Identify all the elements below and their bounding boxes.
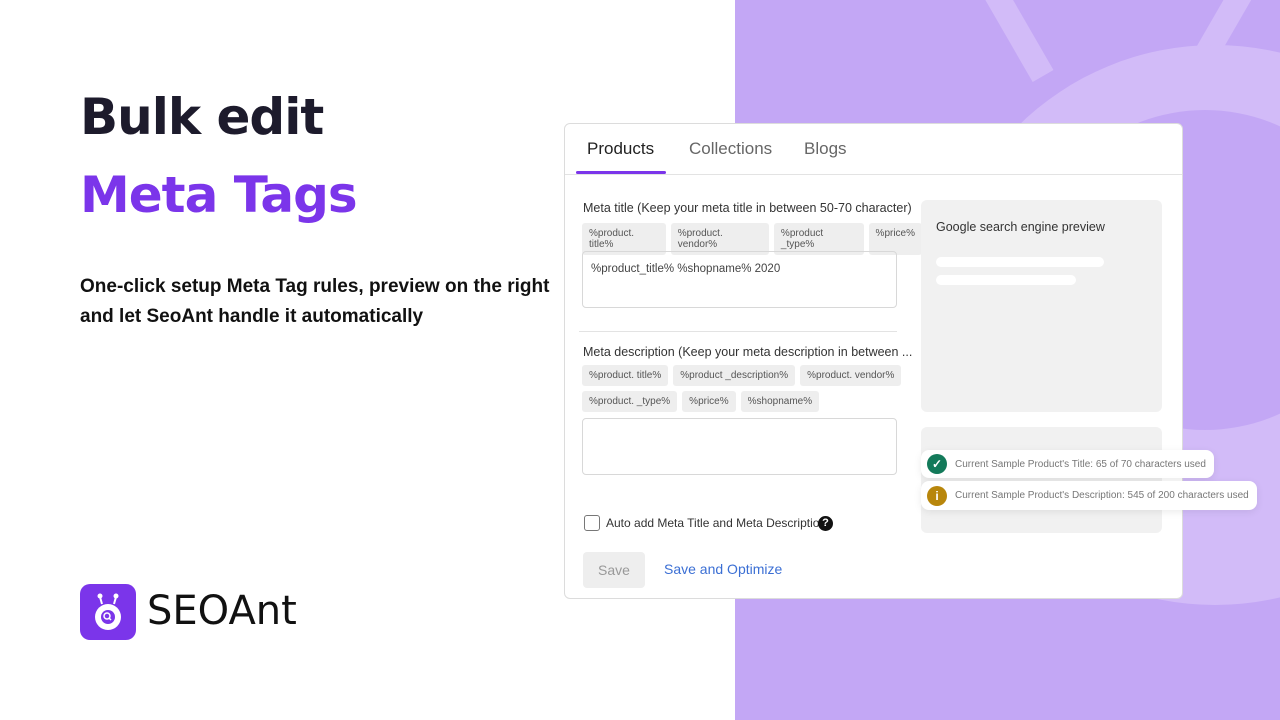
divider bbox=[579, 331, 897, 332]
check-circle-icon: ✓ bbox=[927, 454, 947, 474]
meta-description-label: Meta description (Keep your meta descrip… bbox=[583, 345, 913, 359]
hero-subtitle: One-click setup Meta Tag rules, preview … bbox=[80, 276, 550, 327]
variable-chip[interactable]: %product. title% bbox=[582, 365, 669, 386]
meta-description-input[interactable] bbox=[582, 418, 897, 475]
google-preview-panel: Google search engine preview bbox=[921, 200, 1162, 412]
brand-name: SEOAnt bbox=[147, 588, 297, 634]
variable-chip[interactable]: %product. _type% bbox=[582, 391, 678, 412]
tab-collections[interactable]: Collections bbox=[689, 139, 772, 159]
hero-title: Bulk edit bbox=[80, 88, 324, 146]
info-circle-icon: i bbox=[927, 485, 947, 506]
auto-add-label: Auto add Meta Title and Meta Description bbox=[606, 516, 827, 530]
save-button[interactable]: Save bbox=[583, 552, 645, 588]
meta-tags-card: Products Collections Blogs Meta title (K… bbox=[564, 123, 1183, 599]
description-count-toast: i Current Sample Product's Description: … bbox=[921, 481, 1257, 510]
variable-chip[interactable]: %product _description% bbox=[673, 365, 796, 386]
seoant-logo-icon bbox=[80, 584, 136, 640]
variable-chip[interactable]: %product. vendor% bbox=[800, 365, 902, 386]
hero-title-accent: Meta Tags bbox=[80, 166, 358, 224]
preview-placeholder-line bbox=[936, 257, 1104, 267]
character-count-panel bbox=[921, 427, 1162, 533]
meta-title-label: Meta title (Keep your meta title in betw… bbox=[583, 201, 912, 215]
meta-title-input[interactable]: %product_title% %shopname% 2020 bbox=[582, 251, 897, 308]
title-count-toast: ✓ Current Sample Product's Title: 65 of … bbox=[921, 450, 1214, 478]
tab-bar: Products Collections Blogs bbox=[565, 124, 1182, 175]
tab-products[interactable]: Products bbox=[575, 139, 667, 174]
preview-placeholder-line bbox=[936, 275, 1076, 285]
toast-text: Current Sample Product's Description: 54… bbox=[955, 490, 1249, 501]
auto-add-checkbox[interactable] bbox=[584, 515, 600, 531]
save-and-optimize-link[interactable]: Save and Optimize bbox=[664, 561, 782, 577]
variable-chip[interactable]: %price% bbox=[682, 391, 736, 412]
meta-description-chips: %product. title% %product _description% … bbox=[582, 365, 912, 412]
toast-text: Current Sample Product's Title: 65 of 70… bbox=[955, 458, 1206, 470]
variable-chip[interactable]: %shopname% bbox=[740, 391, 820, 412]
question-circle-icon[interactable]: ? bbox=[818, 516, 833, 531]
tab-blogs[interactable]: Blogs bbox=[804, 139, 847, 159]
preview-title: Google search engine preview bbox=[936, 220, 1105, 234]
